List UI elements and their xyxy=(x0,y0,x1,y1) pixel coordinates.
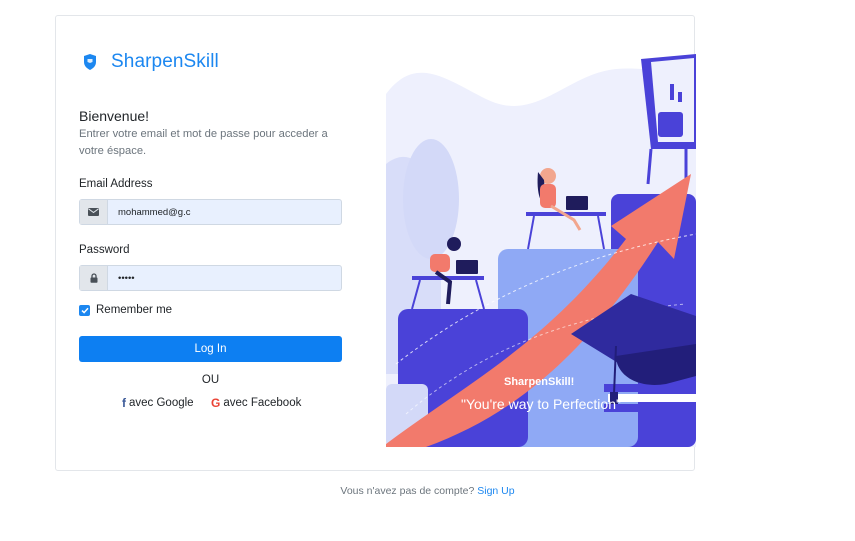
facebook-login-link[interactable]: G avec Facebook xyxy=(211,396,301,410)
welcome-subtitle: Entrer votre email et mot de passe pour … xyxy=(79,128,328,157)
google-login-link[interactable]: f avec Google xyxy=(122,396,194,410)
login-card: SharpenSkill Bienvenue! Entrer votre ema… xyxy=(55,15,696,471)
email-input[interactable]: mohammed@g.c xyxy=(108,200,190,224)
illustration-headline: SharpenSkill! xyxy=(504,376,575,388)
education-illustration xyxy=(386,54,696,447)
google-g-icon: G xyxy=(211,396,221,410)
shield-icon xyxy=(84,54,96,70)
brand[interactable]: SharpenSkill xyxy=(83,51,219,73)
welcome-title: Bienvenue! xyxy=(79,108,150,124)
signup-footer: Vous n'avez pas de compte? Sign Up xyxy=(0,485,855,497)
remember-label: Remember me xyxy=(96,304,173,316)
password-field[interactable]: ••••• xyxy=(79,265,342,291)
remember-checkbox[interactable] xyxy=(79,304,90,316)
envelope-icon xyxy=(88,208,99,216)
email-label: Email Address xyxy=(79,178,153,190)
or-separator: OU xyxy=(201,374,220,386)
password-addon xyxy=(80,266,108,290)
signup-prompt: Vous n'avez pas de compte? xyxy=(340,485,475,497)
remember-me[interactable]: Remember me xyxy=(79,304,172,316)
facebook-f-icon: f xyxy=(122,396,126,410)
illustration-tagline: "You're way to Perfection" xyxy=(461,396,621,412)
signup-link[interactable]: Sign Up xyxy=(477,485,514,497)
login-button[interactable]: Log In xyxy=(79,336,342,362)
email-field[interactable]: mohammed@g.c xyxy=(79,199,342,225)
password-input[interactable]: ••••• xyxy=(108,266,135,290)
password-label: Password xyxy=(79,244,130,256)
check-icon xyxy=(80,307,89,314)
email-addon xyxy=(80,200,108,224)
google-login-label: avec Google xyxy=(129,397,194,409)
brand-name: SharpenSkill xyxy=(111,51,219,72)
hero-illustration: SharpenSkill! "You're way to Perfection" xyxy=(386,54,696,447)
lock-icon xyxy=(90,273,97,283)
facebook-login-label: avec Facebook xyxy=(223,397,302,409)
